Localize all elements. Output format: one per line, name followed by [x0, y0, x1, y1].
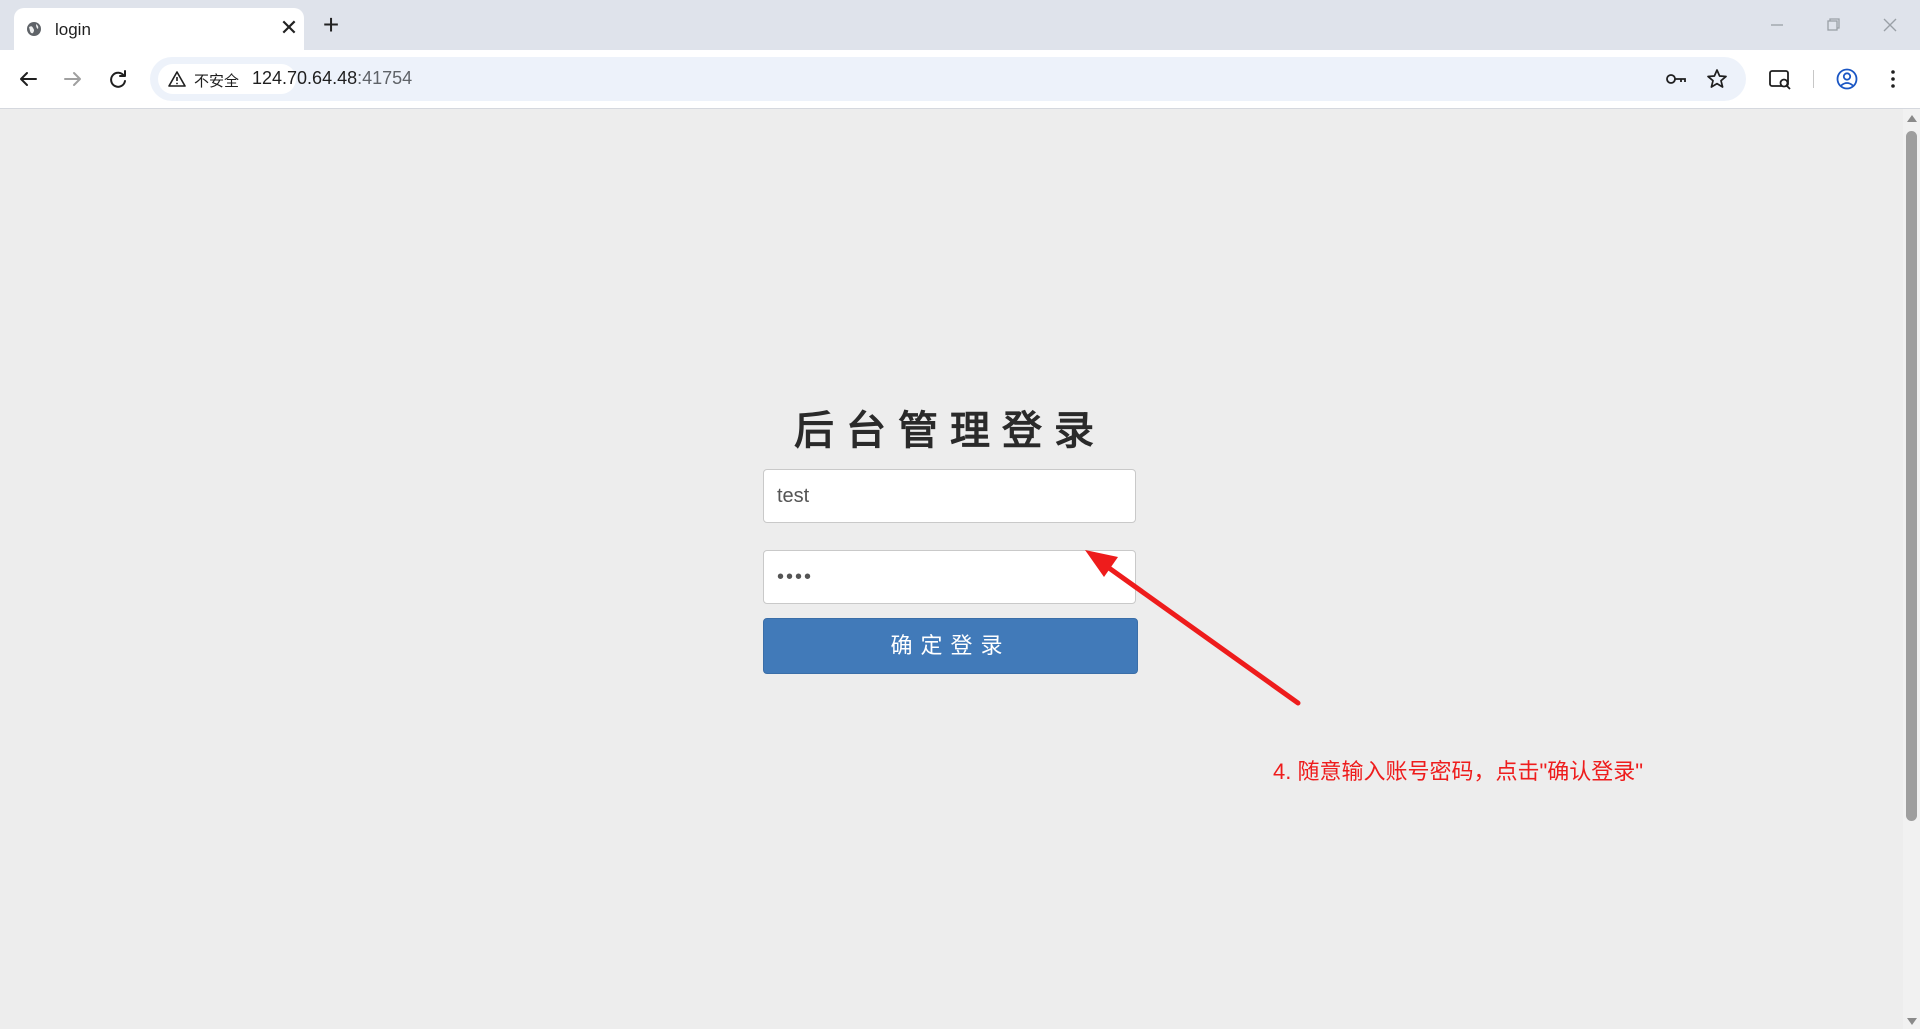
page-scrollbar[interactable]	[1903, 109, 1920, 1029]
toolbar-divider	[1813, 70, 1814, 88]
arrow-right-icon[interactable]	[57, 63, 89, 95]
scroll-thumb[interactable]	[1906, 131, 1917, 821]
url-text[interactable]: 124.70.64.48:41754	[252, 68, 412, 89]
minimize-icon[interactable]	[1763, 12, 1791, 38]
tab-close-button[interactable]: ✕	[276, 15, 302, 41]
new-tab-button[interactable]: +	[318, 11, 344, 39]
close-window-icon[interactable]	[1876, 12, 1904, 38]
star-icon[interactable]	[1705, 67, 1729, 91]
url-port: :41754	[357, 68, 413, 88]
url-host: 124.70.64.48	[252, 68, 358, 88]
browser-tab[interactable]: login ✕	[14, 8, 304, 50]
globe-icon	[27, 22, 41, 36]
kebab-menu-icon[interactable]	[1879, 65, 1907, 93]
security-label: 不安全	[194, 73, 240, 90]
login-title: 后台管理登录	[794, 409, 1106, 453]
reload-icon[interactable]	[102, 63, 134, 95]
key-icon[interactable]	[1664, 67, 1688, 91]
scroll-up-arrow-icon[interactable]	[1907, 115, 1917, 122]
warning-triangle-icon	[168, 71, 186, 87]
address-bar[interactable]: 不安全 124.70.64.48:41754	[150, 57, 1746, 101]
annotation-note: 4. 随意输入账号密码，点击"确认登录"	[1273, 759, 1644, 784]
restore-icon[interactable]	[1819, 12, 1847, 38]
tab-title: login	[55, 20, 91, 39]
scroll-down-arrow-icon[interactable]	[1907, 1018, 1917, 1025]
tab-search-icon[interactable]	[1766, 65, 1794, 93]
username-input[interactable]	[763, 469, 1136, 523]
annotation-arrow	[1085, 550, 1301, 706]
profile-icon[interactable]	[1833, 65, 1861, 93]
browser-toolbar: 不安全 124.70.64.48:41754	[0, 50, 1920, 109]
arrow-left-icon[interactable]	[12, 63, 44, 95]
tab-strip: login ✕ +	[0, 0, 1920, 50]
